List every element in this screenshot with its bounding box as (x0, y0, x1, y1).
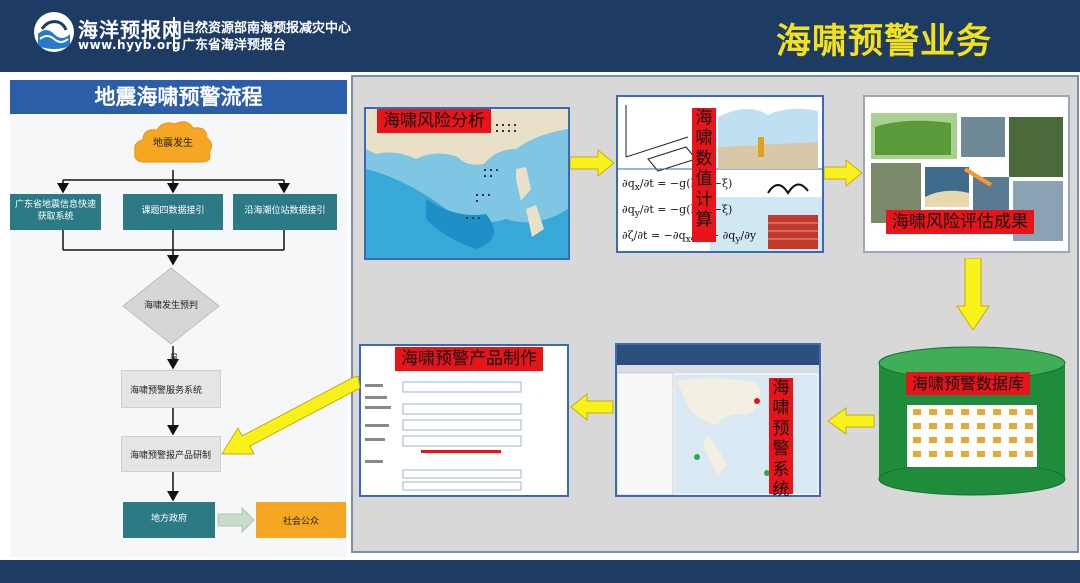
header-divider (173, 17, 175, 51)
start-cloud-node: 地震发生 (131, 118, 215, 170)
decision-diamond: 海啸发生预判 (121, 266, 221, 346)
source-box-guangdong-seismic: 广东省地震信息快速获取系统 (10, 194, 101, 230)
org-name-line2: 广东省海洋预报台 (182, 38, 287, 53)
header-bar: 海洋预报网 www.hyyb.org 自然资源部南海预报减灾中心 广东省海洋预报… (0, 0, 1080, 72)
arrow-database-to-system (827, 407, 875, 435)
government-box: 地方政府 (123, 502, 215, 538)
arrow-calc-to-assessment (824, 158, 863, 188)
warning-system-label: 海 啸 预 警 系 统 (769, 378, 793, 500)
yes-label: 是 (170, 353, 178, 362)
risk-analysis-label: 海啸风险分析 (377, 109, 491, 134)
arrow-analysis-to-calc (570, 148, 615, 178)
arrow-product-to-flowchart (221, 375, 361, 455)
numerical-diagram-graphic (618, 97, 822, 251)
site-url: www.hyyb.org (78, 38, 182, 52)
flowchart-panel: 地震海啸预警流程 地震发生 广东省地震信息快速获取系统 课题四数据接引 沿海潮位… (10, 80, 347, 557)
footer-bar (0, 560, 1080, 583)
page-title: 海啸预警业务 (776, 22, 993, 62)
source-box-tide-stations: 沿海潮位站数据接引 (233, 194, 337, 230)
warning-database-label: 海啸预警数据库 (906, 372, 1031, 396)
warning-database-cylinder (877, 345, 1067, 497)
source-box-topic-four: 课题四数据接引 (123, 194, 223, 230)
public-box: 社会公众 (256, 502, 346, 538)
arrow-assessment-to-database (956, 258, 990, 331)
decision-label: 海啸发生预判 (143, 301, 198, 311)
service-system-box: 海啸预警服务系统 (121, 370, 221, 408)
product-making-box: 海啸预警报产品研制 (121, 436, 221, 472)
numerical-calc-card: ∂qx/∂t = −g(h+ζ−ξ) ∂qy/∂t = −g(h+ζ−ξ) ∂ζ… (616, 95, 824, 253)
numerical-calc-label: 海 啸 数 值 计 算 (692, 108, 716, 242)
start-node-label: 地震发生 (153, 138, 193, 149)
product-making-label: 海啸预警产品制作 (395, 347, 543, 372)
logo-icon (34, 12, 74, 52)
arrow-system-to-product (570, 392, 614, 422)
risk-assessment-label: 海啸风险评估成果 (886, 210, 1034, 235)
